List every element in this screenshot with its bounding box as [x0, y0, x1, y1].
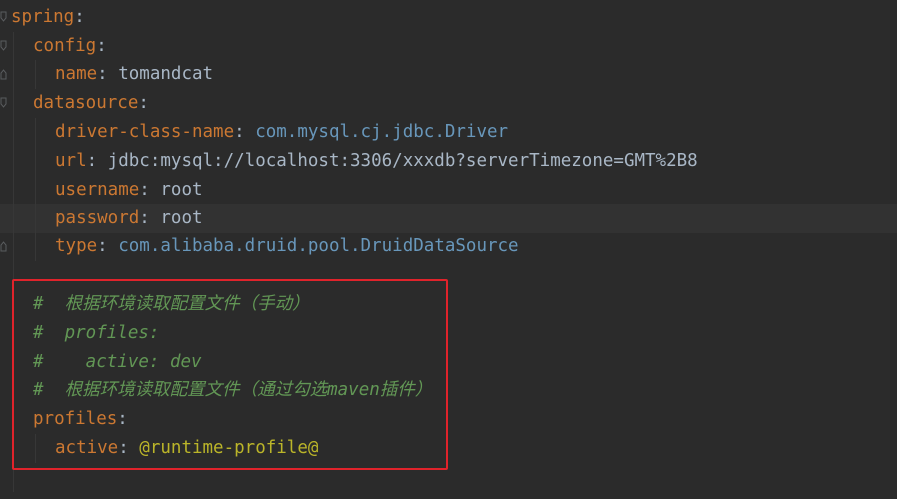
yaml-key: config: [33, 36, 97, 56]
yaml-key: datasource: [33, 93, 139, 113]
code-editor[interactable]: spring: config: name: tomandcat datasour…: [0, 0, 897, 499]
indent-guide: [13, 60, 14, 89]
yaml-value: com.alibaba.druid.pool.DruidDataSource: [118, 236, 519, 256]
indent-guide: [13, 232, 14, 261]
yaml-key: password: [55, 208, 140, 228]
code-line-current[interactable]: password: root: [0, 204, 897, 233]
yaml-key: url: [55, 151, 87, 171]
yaml-value: jdbc:mysql://localhost:3306/xxxdb?server…: [107, 151, 698, 171]
yaml-value: com.mysql.cj.jdbc.Driver: [255, 122, 509, 142]
yaml-value: root: [160, 208, 203, 228]
yaml-value: root: [160, 180, 203, 200]
code-line[interactable]: driver-class-name: com.mysql.cj.jdbc.Dri…: [0, 118, 897, 147]
indent-guide: [13, 32, 14, 61]
yaml-key: driver-class-name: [55, 122, 235, 142]
indent-guide: [35, 204, 36, 233]
fold-marker-icon[interactable]: [0, 68, 8, 80]
fold-marker-icon[interactable]: [0, 11, 8, 23]
indent-guide: [35, 118, 36, 147]
yaml-value: tomandcat: [118, 64, 214, 84]
yaml-separator: :: [86, 151, 108, 171]
indent-guide: [13, 204, 14, 233]
indent-guide: [13, 89, 14, 118]
fold-marker-icon[interactable]: [0, 240, 8, 252]
yaml-separator: :: [139, 208, 161, 228]
yaml-separator: :: [97, 236, 119, 256]
yaml-separator: :: [97, 64, 119, 84]
yaml-key: type: [55, 236, 98, 256]
code-line[interactable]: spring:: [0, 3, 897, 32]
yaml-key: spring: [11, 7, 75, 27]
yaml-separator: :: [138, 93, 149, 113]
yaml-separator: :: [74, 7, 85, 27]
yaml-separator: :: [234, 122, 256, 142]
code-line[interactable]: url: jdbc:mysql://localhost:3306/xxxdb?s…: [0, 147, 897, 176]
indent-guide: [13, 147, 14, 176]
indent-guide: [13, 118, 14, 147]
code-line[interactable]: username: root: [0, 176, 897, 205]
code-line[interactable]: name: tomandcat: [0, 60, 897, 89]
yaml-key: username: [55, 180, 140, 200]
indent-guide: [35, 176, 36, 205]
code-line[interactable]: type: com.alibaba.druid.pool.DruidDataSo…: [0, 232, 897, 261]
fold-marker-icon[interactable]: [0, 97, 8, 109]
highlight-box: [12, 279, 448, 470]
indent-guide: [35, 232, 36, 261]
indent-guide: [35, 60, 36, 89]
indent-guide: [35, 147, 36, 176]
fold-marker-icon[interactable]: [0, 40, 8, 52]
yaml-separator: :: [96, 36, 107, 56]
yaml-key: name: [55, 64, 98, 84]
code-line[interactable]: config:: [0, 32, 897, 61]
code-line[interactable]: datasource:: [0, 89, 897, 118]
indent-guide: [13, 176, 14, 205]
yaml-separator: :: [139, 180, 161, 200]
